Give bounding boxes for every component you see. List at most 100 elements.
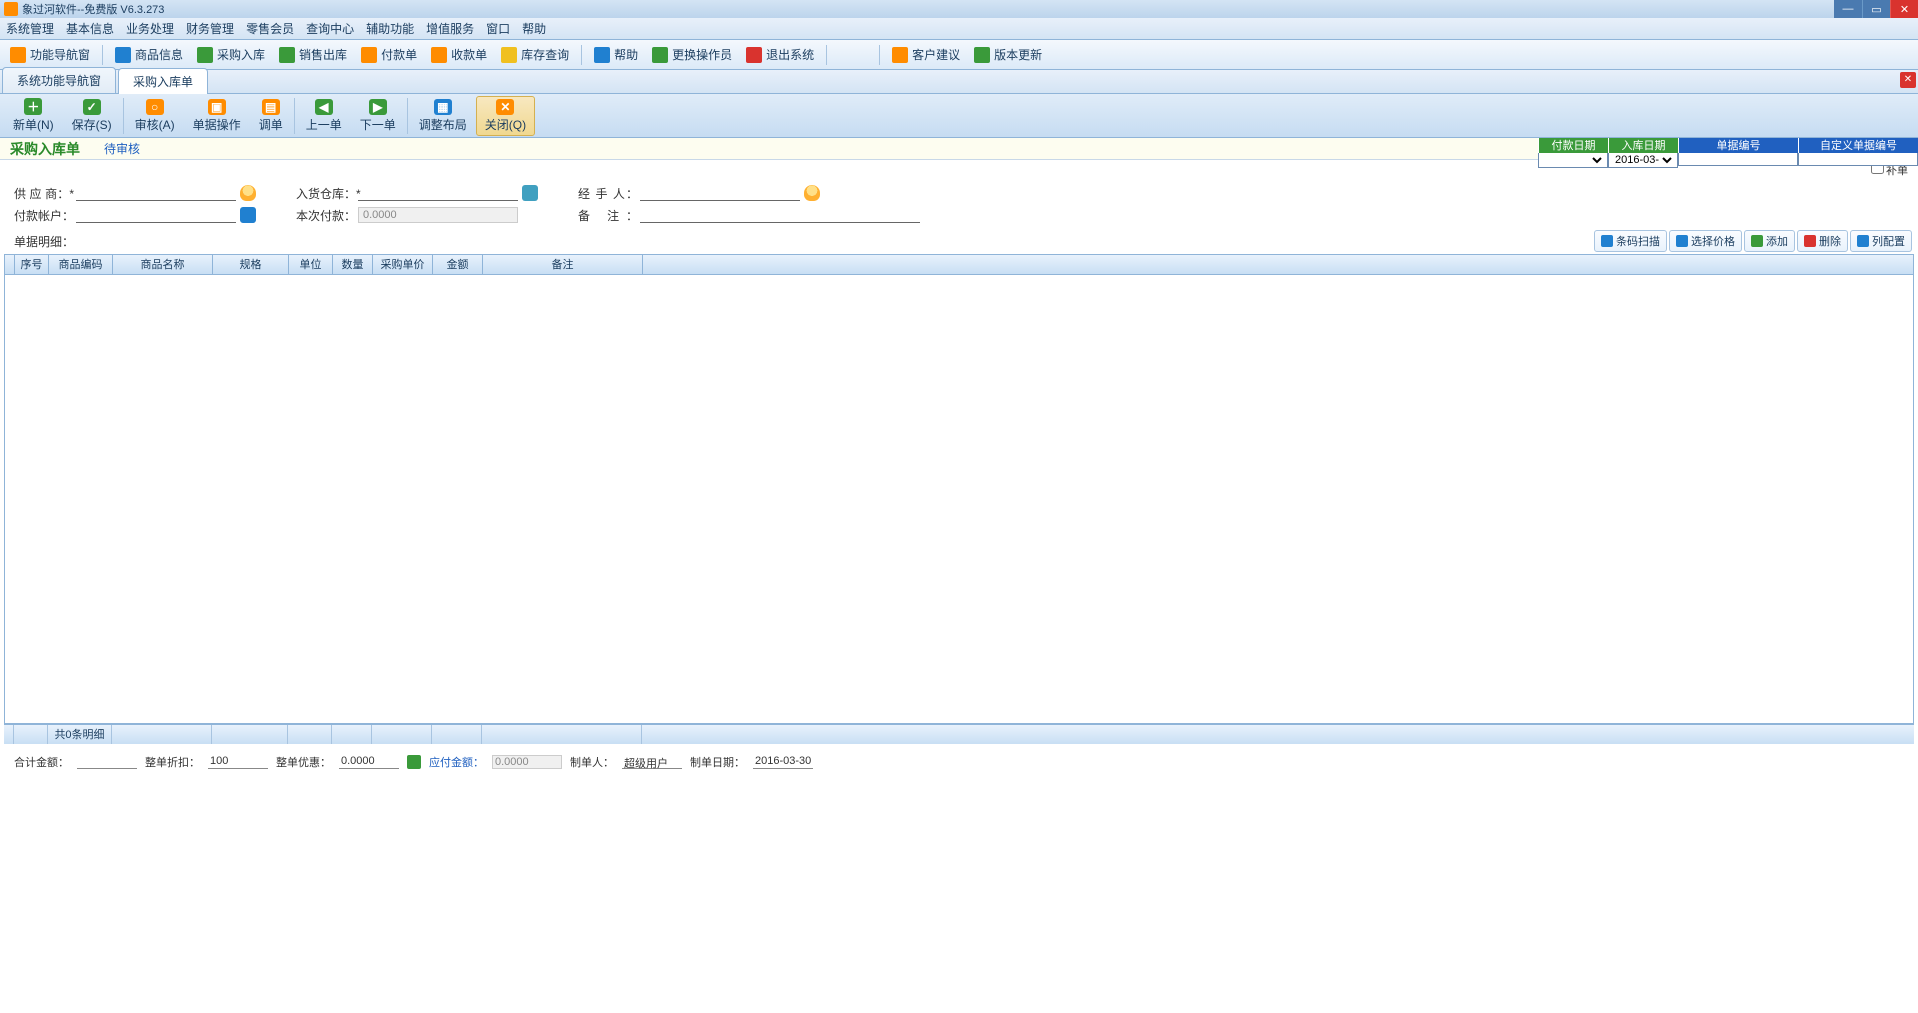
toolbar-label: 付款单	[381, 46, 417, 63]
toolbar-icon	[431, 47, 447, 63]
menu-item[interactable]: 系统管理	[6, 20, 54, 37]
detail-button[interactable]: 添加	[1744, 230, 1795, 252]
supplier-input[interactable]	[76, 185, 236, 201]
detail-button[interactable]: 删除	[1797, 230, 1848, 252]
menu-item[interactable]: 业务处理	[126, 20, 174, 37]
handler-pick-icon[interactable]	[804, 185, 820, 201]
remark-input[interactable]	[640, 207, 920, 223]
column-header[interactable]: 商品名称	[113, 255, 213, 274]
menu-item[interactable]: 增值服务	[426, 20, 474, 37]
doc-toolbar-label: 审核(A)	[135, 116, 175, 133]
supplier-label: 供 应 商：*	[14, 185, 74, 202]
toolbar-button[interactable]: 退出系统	[740, 44, 820, 65]
tab[interactable]: 系统功能导航窗	[2, 67, 116, 93]
pref-label: 整单优惠：	[276, 754, 331, 770]
toolbar-icon	[279, 47, 295, 63]
column-header[interactable]: 序号	[15, 255, 49, 274]
column-header[interactable]: 单位	[289, 255, 333, 274]
doc-toolbar-label: 调单	[259, 116, 283, 133]
header-col-billno: 单据编号	[1678, 138, 1798, 153]
toolbar-button[interactable]: 客户建议	[886, 44, 966, 65]
table-body[interactable]	[5, 275, 1913, 723]
toolbar-button[interactable]: 商品信息	[109, 44, 189, 65]
doc-toolbar-button[interactable]: ▤调单	[250, 96, 292, 136]
main-toolbar: 功能导航窗 商品信息 采购入库销售出库 付款单收款单库存查询帮助更换操作员 退出系统 客户…	[0, 40, 1918, 70]
doc-toolbar-icon: ▤	[262, 99, 280, 115]
close-button[interactable]: ✕	[1890, 0, 1918, 18]
column-header[interactable]: 数量	[333, 255, 373, 274]
toolbar-button[interactable]: 收款单	[425, 44, 493, 65]
account-input[interactable]	[76, 207, 236, 223]
toolbar-label: 采购入库	[217, 46, 265, 63]
menu-item[interactable]: 窗口	[486, 20, 510, 37]
footer-cell	[212, 725, 288, 744]
toolbar-icon	[746, 47, 762, 63]
total-value	[77, 755, 137, 769]
maximize-button[interactable]: ▭	[1862, 0, 1890, 18]
menu-item[interactable]: 查询中心	[306, 20, 354, 37]
account-pick-icon[interactable]	[240, 207, 256, 223]
minimize-button[interactable]: —	[1834, 0, 1862, 18]
doc-toolbar-button[interactable]: ▦调整布局	[410, 96, 476, 136]
doc-toolbar-button[interactable]: ▣单据操作	[184, 96, 250, 136]
toolbar-button[interactable]: 版本更新	[968, 44, 1048, 65]
menu-item[interactable]: 帮助	[522, 20, 546, 37]
toolbar-button[interactable]: 采购入库	[191, 44, 271, 65]
toolbar-button[interactable]: 销售出库	[273, 44, 353, 65]
column-header[interactable]: 备注	[483, 255, 643, 274]
column-header[interactable]: 规格	[213, 255, 289, 274]
calc-icon[interactable]	[407, 755, 421, 769]
paydate-input[interactable]	[1541, 153, 1605, 167]
toolbar-icon	[197, 47, 213, 63]
pref-value[interactable]: 0.0000	[339, 755, 399, 769]
column-header[interactable]: 商品编码	[49, 255, 113, 274]
warehouse-pick-icon[interactable]	[522, 185, 538, 201]
doc-toolbar-label: 下一单	[360, 116, 396, 133]
toolbar-label: 退出系统	[766, 46, 814, 63]
toolbar-label: 功能导航窗	[30, 46, 90, 63]
toolbar-button[interactable]: 更换操作员	[646, 44, 738, 65]
toolbar-label: 商品信息	[135, 46, 183, 63]
warehouse-input[interactable]	[358, 185, 518, 201]
column-header[interactable]: 金额	[433, 255, 483, 274]
supplier-pick-icon[interactable]	[240, 185, 256, 201]
doc-toolbar-label: 调整布局	[419, 116, 467, 133]
tab[interactable]: 采购入库单	[118, 68, 208, 94]
indate-input[interactable]: 2016-03-30	[1611, 153, 1675, 167]
doc-toolbar-button[interactable]: ◀上一单	[297, 96, 351, 136]
menu-item[interactable]: 零售会员	[246, 20, 294, 37]
toolbar-button[interactable]: 功能导航窗	[4, 44, 96, 65]
discount-value[interactable]: 100	[208, 755, 268, 769]
menu-item[interactable]: 基本信息	[66, 20, 114, 37]
menubar: 系统管理基本信息业务处理财务管理零售会员查询中心辅助功能增值服务窗口帮助	[0, 18, 1918, 40]
detail-button[interactable]: 选择价格	[1669, 230, 1742, 252]
toolbar-button[interactable]: 库存查询	[495, 44, 575, 65]
doc-header: 采购入库单 待审核 付款日期 入库日期 2016-03-30 单据编号 自定义单…	[0, 138, 1918, 160]
doc-toolbar-icon: ＋	[24, 98, 42, 115]
makedate-label: 制单日期：	[690, 754, 745, 770]
doc-toolbar-button[interactable]: ＋新单(N)	[4, 96, 63, 136]
toolbar-button[interactable]: 帮助	[588, 44, 644, 65]
billno-input[interactable]	[1681, 153, 1795, 165]
menu-item[interactable]: 财务管理	[186, 20, 234, 37]
detail-button-label: 选择价格	[1691, 233, 1735, 249]
tab-close-icon[interactable]: ✕	[1900, 72, 1916, 88]
doc-toolbar-label: 新单(N)	[13, 116, 54, 133]
footer-cell	[372, 725, 432, 744]
doc-toolbar-button[interactable]: ✓保存(S)	[63, 96, 121, 136]
menu-item[interactable]: 辅助功能	[366, 20, 414, 37]
app-title: 象过河软件--免费版 V6.3.273	[22, 1, 164, 17]
doc-toolbar-button[interactable]: ✕关闭(Q)	[476, 96, 535, 136]
doc-toolbar-icon: ▣	[208, 99, 226, 115]
detail-button[interactable]: 列配置	[1850, 230, 1912, 252]
handler-input[interactable]	[640, 185, 800, 201]
doc-toolbar-button[interactable]: ○审核(A)	[126, 96, 184, 136]
doc-toolbar-button[interactable]: ▶下一单	[351, 96, 405, 136]
window-controls: — ▭ ✕	[1834, 0, 1918, 18]
toolbar-button[interactable]: 付款单	[355, 44, 423, 65]
detail-button[interactable]: 条码扫描	[1594, 230, 1667, 252]
customno-input[interactable]	[1801, 153, 1915, 165]
toolbar-label: 客户建议	[912, 46, 960, 63]
doc-toolbar-icon: ▦	[434, 99, 452, 115]
column-header[interactable]: 采购单价	[373, 255, 433, 274]
